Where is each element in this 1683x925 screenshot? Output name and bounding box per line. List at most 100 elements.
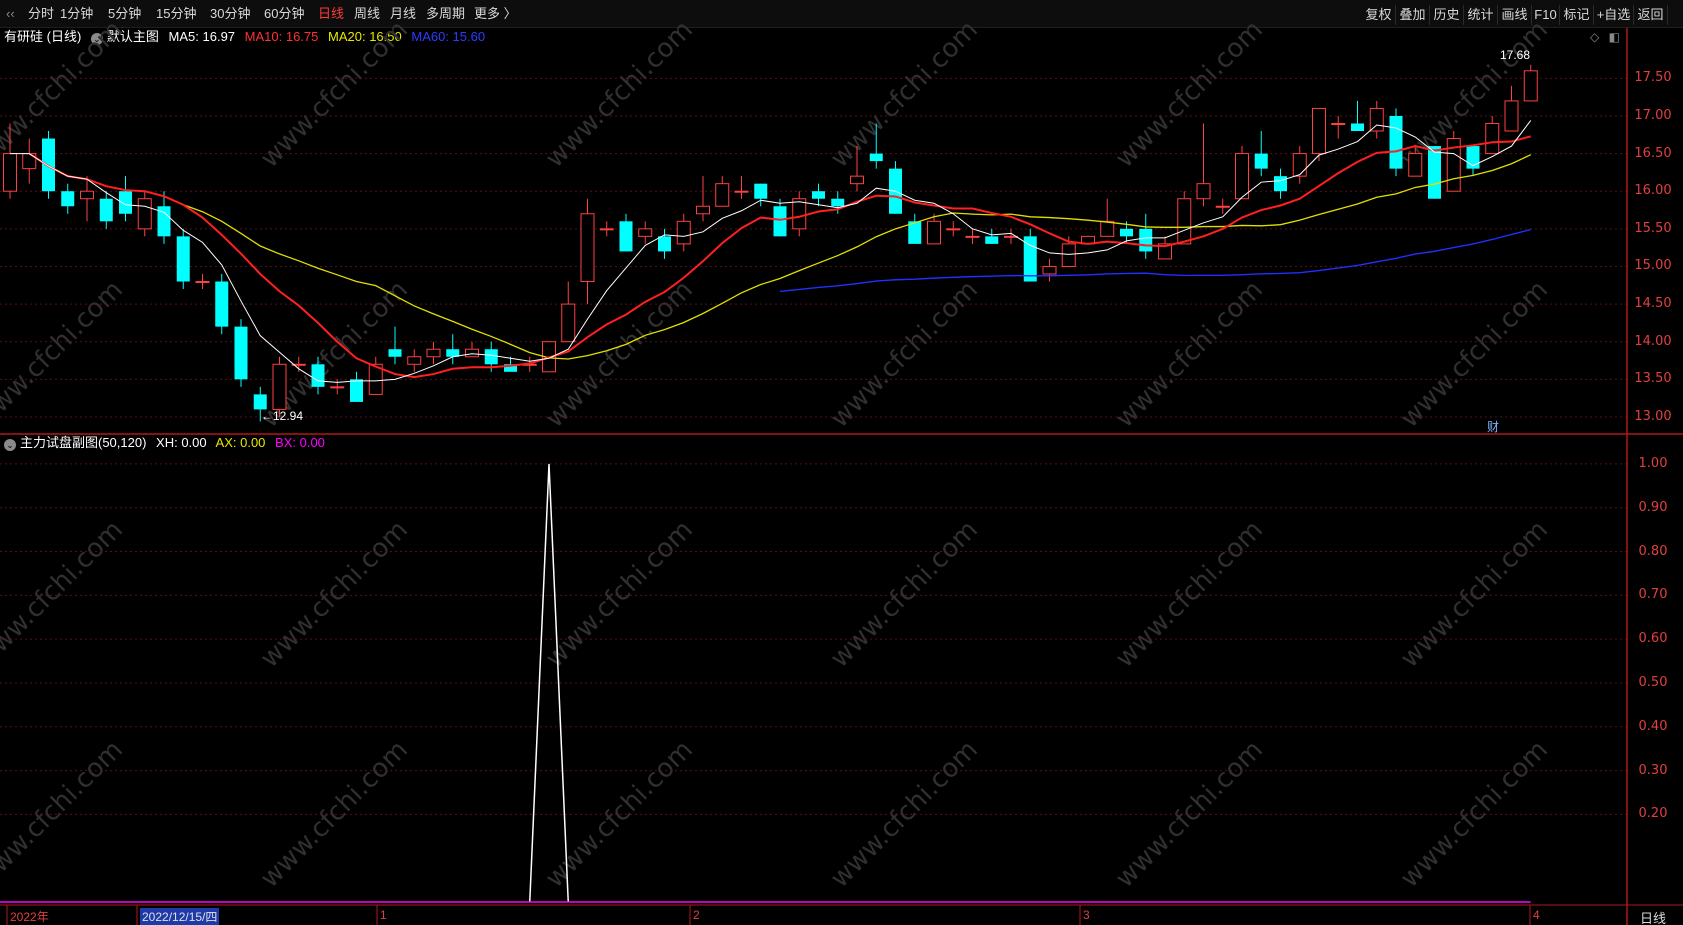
x-tick-label: 2022/12/15/四 bbox=[140, 908, 220, 925]
candle-body bbox=[22, 153, 37, 170]
candle-body bbox=[619, 221, 633, 252]
watermark: www.cfchi.com bbox=[825, 15, 984, 174]
candle-body bbox=[1254, 153, 1268, 169]
watermark: www.cfchi.com bbox=[0, 275, 129, 434]
period-tab[interactable]: 5分钟 bbox=[108, 0, 141, 28]
watermark: www.cfchi.com bbox=[825, 735, 984, 894]
candle-body bbox=[1196, 183, 1211, 200]
bottom-period-label[interactable]: 日线 bbox=[1633, 908, 1673, 925]
candle-body bbox=[1274, 176, 1287, 192]
candle-body bbox=[792, 198, 807, 230]
template-label[interactable]: 默认主图 bbox=[107, 29, 159, 44]
period-tab[interactable]: 更多 〉 bbox=[474, 0, 517, 28]
candle-body bbox=[176, 236, 190, 282]
period-tab[interactable]: 分时 bbox=[28, 0, 54, 28]
y-tick-label: 0.30 bbox=[1638, 762, 1668, 778]
toolbar-button[interactable]: +自选 bbox=[1594, 5, 1634, 25]
watermark: www.cfchi.com bbox=[825, 275, 984, 434]
y-tick-label: 13.00 bbox=[1634, 408, 1672, 424]
ma5-value: MA5: 16.97 bbox=[168, 29, 236, 44]
candle-body bbox=[676, 220, 691, 245]
candle-body bbox=[1100, 220, 1115, 237]
toolbar-button[interactable]: 统计 bbox=[1464, 5, 1498, 25]
low-price-marker: ←12.94 bbox=[261, 409, 304, 423]
toolbar-button[interactable]: 复权 bbox=[1362, 5, 1396, 25]
y-tick-label: 0.80 bbox=[1638, 543, 1668, 559]
candle-body bbox=[1351, 123, 1364, 132]
candle-body bbox=[1446, 138, 1461, 192]
candle-body bbox=[368, 363, 383, 395]
dropdown-circle-icon[interactable]: ⌄ bbox=[90, 33, 103, 45]
candle-body bbox=[1408, 153, 1423, 177]
candle-body bbox=[1428, 146, 1441, 199]
candle-body bbox=[1177, 198, 1192, 245]
y-tick-label: 14.50 bbox=[1634, 296, 1672, 312]
y-tick-label: 0.60 bbox=[1638, 631, 1668, 647]
y-tick-label: 16.00 bbox=[1634, 183, 1672, 199]
y-tick-label: 16.50 bbox=[1634, 145, 1672, 161]
candle-body bbox=[1023, 236, 1037, 282]
ma60-line bbox=[779, 228, 1531, 293]
candle-body bbox=[522, 363, 537, 366]
period-tab[interactable]: 60分钟 bbox=[264, 0, 304, 28]
period-tab[interactable]: 日线 bbox=[318, 0, 344, 28]
toolbar: ‹‹ 分时 1分钟 5分钟 15分钟 30分钟 60分钟 日线 周线 月线 多周期 更多 〉 复权叠… bbox=[0, 0, 1683, 28]
toolbar-button[interactable]: 返回 bbox=[1634, 5, 1668, 25]
candle-body bbox=[580, 213, 595, 283]
candle-body bbox=[561, 303, 576, 343]
candle-body bbox=[99, 198, 113, 222]
candle-body bbox=[754, 183, 768, 199]
toolbar-button[interactable]: 叠加 bbox=[1396, 5, 1430, 25]
diamond-icon[interactable]: ◇ bbox=[1590, 30, 1599, 44]
period-tab[interactable]: 周线 bbox=[354, 0, 380, 28]
high-price-marker: 17.68 bbox=[1500, 48, 1531, 62]
y-tick-label: 13.50 bbox=[1634, 371, 1672, 387]
candle-body bbox=[1215, 205, 1230, 208]
toolbar-button[interactable]: 画线 bbox=[1498, 5, 1532, 25]
y-tick-label: 1.00 bbox=[1638, 455, 1668, 471]
candle-body bbox=[3, 153, 17, 192]
window-icon[interactable]: ◧ bbox=[1609, 30, 1620, 44]
toolbar-button[interactable]: 历史 bbox=[1430, 5, 1464, 25]
period-tab[interactable]: 30分钟 bbox=[210, 0, 250, 28]
watermark: www.cfchi.com bbox=[540, 275, 699, 434]
period-tab[interactable]: 多周期 bbox=[426, 0, 465, 28]
candle-body bbox=[388, 349, 402, 357]
toolbar-button[interactable]: 标记 bbox=[1560, 5, 1594, 25]
sub-chart-label[interactable]: 主力试盘副图(50,120) bbox=[20, 435, 146, 450]
candle-body bbox=[1081, 235, 1095, 245]
candle-body bbox=[1331, 122, 1346, 125]
candle-body bbox=[407, 356, 422, 365]
period-tab[interactable]: 月线 bbox=[390, 0, 416, 28]
candle-body bbox=[773, 206, 787, 237]
kline-chart[interactable]: www.cfchi.com www.cfchi.com www.cfchi.com w… bbox=[0, 0, 1683, 925]
period-tab[interactable]: 15分钟 bbox=[156, 0, 196, 28]
candle-body bbox=[291, 363, 306, 366]
candle-body bbox=[658, 236, 671, 252]
finance-marker[interactable]: 财 bbox=[1487, 418, 1499, 435]
candle-body bbox=[1466, 146, 1480, 169]
watermark: www.cfchi.com bbox=[825, 515, 984, 674]
candle-body bbox=[1004, 235, 1018, 238]
candle-body bbox=[1042, 265, 1057, 275]
y-tick-label: 14.00 bbox=[1634, 333, 1672, 349]
dropdown-circle-icon[interactable]: ⌄ bbox=[4, 439, 16, 451]
watermark: www.cfchi.com bbox=[1395, 15, 1554, 174]
watermark: www.cfchi.com bbox=[540, 515, 699, 674]
candle-body bbox=[1312, 107, 1326, 155]
watermark: www.cfchi.com bbox=[255, 515, 414, 674]
xh-value: XH: 0.00 bbox=[156, 435, 207, 450]
candle-body bbox=[869, 153, 883, 162]
bx-value: BX: 0.00 bbox=[275, 435, 325, 450]
ma10-value: MA10: 16.75 bbox=[244, 29, 319, 44]
y-tick-label: 17.00 bbox=[1634, 107, 1672, 123]
candle-body bbox=[889, 168, 902, 214]
candle-body bbox=[1235, 153, 1249, 200]
watermark: www.cfchi.com bbox=[1395, 735, 1554, 894]
toolbar-button[interactable]: F10 bbox=[1532, 5, 1560, 25]
y-tick-label: 0.40 bbox=[1638, 718, 1668, 734]
collapse-arrow-icon[interactable]: ‹‹ bbox=[6, 3, 24, 25]
watermark: www.cfchi.com bbox=[1110, 515, 1269, 674]
period-tab[interactable]: 1分钟 bbox=[60, 0, 93, 28]
candle-body bbox=[1061, 243, 1076, 267]
